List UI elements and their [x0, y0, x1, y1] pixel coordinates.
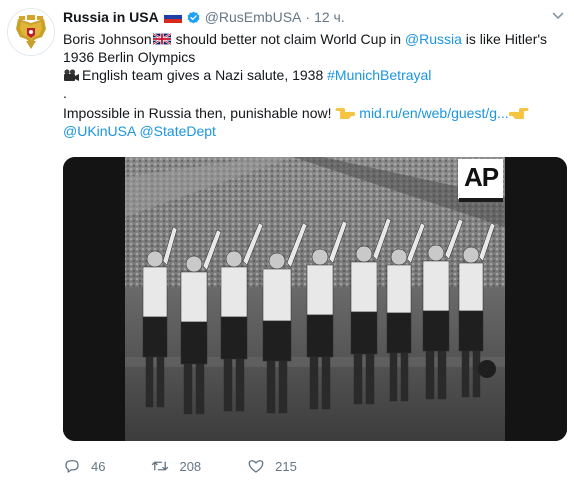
tweet-line-3: English team gives a Nazi salute, 1938 #…	[63, 66, 563, 84]
tweet-line-6: @UKinUSA @StateDept	[63, 122, 563, 140]
mention-ukinusa[interactable]: @UKinUSA	[63, 123, 136, 139]
tweet: Russia in USA @RusEmbUSA · 12 ч. Boris J…	[0, 0, 574, 480]
uk-flag-icon	[152, 33, 171, 45]
pointing-hand-icon	[508, 108, 529, 119]
movie-camera-icon	[64, 69, 79, 81]
tweet-text-segment: is like Hitler's	[461, 31, 548, 47]
tweet-line-2: 1936 Berlin Olympics	[63, 49, 196, 65]
pointing-hand-icon	[335, 108, 356, 119]
reply-button[interactable]: 46	[63, 457, 105, 475]
reply-icon	[65, 460, 79, 473]
author-name[interactable]: Russia in USA	[63, 9, 159, 25]
russian-coat-of-arms-avatar	[8, 9, 54, 55]
tweet-text-segment: should better not claim World Cup in	[171, 31, 405, 47]
header-separator: ·	[305, 9, 311, 25]
tweet-line-4: .	[63, 85, 67, 101]
hashtag-munichbetrayal[interactable]: #MunichBetrayal	[327, 67, 431, 83]
tweet-text-segment: English team gives a Nazi salute, 1938	[82, 67, 328, 83]
retweet-icon	[152, 461, 169, 471]
tweet-line-5: Impossible in Russia then, punishable no…	[63, 104, 563, 122]
chevron-down-icon[interactable]	[552, 10, 564, 22]
video-frame	[63, 157, 567, 441]
russia-flag-icon	[163, 11, 182, 23]
author-handle[interactable]: @RusEmbUSA	[205, 9, 302, 25]
tweet-text: Boris Johnson should better not claim Wo…	[63, 30, 563, 140]
mention-boris-johnson: Boris Johnson	[63, 31, 152, 47]
tweet-line-1: Boris Johnson should better not claim Wo…	[63, 30, 563, 48]
retweet-count: 208	[179, 458, 202, 474]
external-link[interactable]: mid.ru/en/web/guest/g...	[359, 105, 508, 121]
mention-statedept[interactable]: @StateDept	[139, 123, 215, 139]
mention-russia[interactable]: @Russia	[405, 31, 462, 47]
ap-watermark: AP	[463, 162, 499, 192]
like-count: 215	[275, 458, 297, 474]
reply-count: 46	[91, 458, 106, 474]
tweet-video[interactable]: AP	[63, 157, 567, 441]
avatar[interactable]	[7, 8, 55, 56]
tweet-header: Russia in USA @RusEmbUSA · 12 ч.	[63, 6, 345, 28]
like-icon	[248, 460, 264, 473]
verified-badge-icon	[187, 11, 200, 23]
tweet-text-segment: Impossible in Russia then, punishable no…	[63, 105, 336, 121]
tweet-timestamp[interactable]: 12 ч.	[314, 9, 345, 25]
like-button[interactable]: 215	[247, 457, 297, 475]
tweet-actions: 46 208 215	[63, 455, 343, 477]
retweet-button[interactable]: 208	[151, 457, 201, 475]
